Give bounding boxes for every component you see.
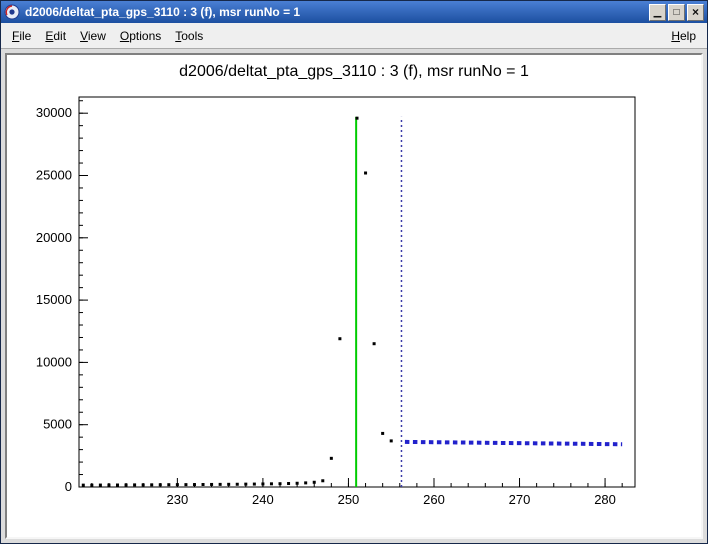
data-point xyxy=(116,484,119,487)
data-point xyxy=(296,482,299,485)
data-point xyxy=(304,481,307,484)
data-point xyxy=(99,484,102,487)
canvas-area: d2006/deltat_pta_gps_3110 : 3 (f), msr r… xyxy=(1,49,707,543)
data-point xyxy=(227,483,230,486)
menu-tools-label: ools xyxy=(181,29,203,43)
data-point xyxy=(236,483,239,486)
y-tick-label: 15000 xyxy=(36,292,72,307)
data-point xyxy=(270,482,273,485)
chart-svg[interactable]: 230 240 250 260 270 280 0 5000 10000 15000 20000 25… xyxy=(7,55,701,537)
menu-tools[interactable]: Tools xyxy=(168,25,210,47)
x-tick-label: 280 xyxy=(594,492,616,507)
x-tick-label: 250 xyxy=(338,492,360,507)
menu-help-accel: H xyxy=(671,29,680,43)
y-tick-label: 25000 xyxy=(36,167,72,182)
minimize-button[interactable]: ▁ xyxy=(649,4,666,21)
window-title: d2006/deltat_pta_gps_3110 : 3 (f), msr r… xyxy=(25,5,644,19)
plot-canvas[interactable]: d2006/deltat_pta_gps_3110 : 3 (f), msr r… xyxy=(5,53,703,539)
data-point xyxy=(364,172,367,175)
menu-view-accel: V xyxy=(80,29,88,43)
close-button[interactable]: × xyxy=(687,4,704,21)
data-point xyxy=(244,483,247,486)
x-tick-label: 260 xyxy=(423,492,445,507)
menu-file-label: ile xyxy=(19,29,31,43)
data-point xyxy=(82,484,85,487)
app-icon xyxy=(4,4,20,20)
data-point xyxy=(125,483,128,486)
window-controls: ▁ □ × xyxy=(649,4,704,21)
data-point xyxy=(253,483,256,486)
title-bar[interactable]: d2006/deltat_pta_gps_3110 : 3 (f), msr r… xyxy=(1,1,707,23)
menu-options-accel: O xyxy=(120,29,129,43)
menu-options[interactable]: Options xyxy=(113,25,168,47)
data-point xyxy=(313,481,316,484)
menu-help[interactable]: Help xyxy=(664,25,703,47)
plateau-series xyxy=(405,442,622,444)
data-point xyxy=(321,479,324,482)
menu-view[interactable]: View xyxy=(73,25,113,47)
data-point xyxy=(338,337,341,340)
data-point xyxy=(167,483,170,486)
y-tick-label: 10000 xyxy=(36,354,72,369)
menu-file[interactable]: File xyxy=(5,25,38,47)
data-point xyxy=(184,483,187,486)
data-point xyxy=(159,483,162,486)
data-point xyxy=(210,483,213,486)
menu-options-label: ptions xyxy=(129,29,161,43)
x-tick-label: 230 xyxy=(167,492,189,507)
data-point xyxy=(390,439,393,442)
x-tick-label: 270 xyxy=(509,492,531,507)
data-point xyxy=(381,432,384,435)
data-point xyxy=(150,483,153,486)
y-tick-label: 30000 xyxy=(36,105,72,120)
data-point xyxy=(202,483,205,486)
maximize-button[interactable]: □ xyxy=(668,4,685,21)
data-point xyxy=(219,483,222,486)
menu-edit[interactable]: Edit xyxy=(38,25,73,47)
app-window: d2006/deltat_pta_gps_3110 : 3 (f), msr r… xyxy=(0,0,708,544)
menu-bar: File Edit View Options Tools Help xyxy=(1,23,707,49)
y-tick-label: 20000 xyxy=(36,230,72,245)
data-point xyxy=(356,117,359,120)
data-point xyxy=(279,482,282,485)
data-point xyxy=(373,342,376,345)
y-tick-label: 0 xyxy=(65,479,72,494)
data-point xyxy=(330,457,333,460)
data-point xyxy=(90,484,93,487)
y-tick-label: 5000 xyxy=(43,417,72,432)
menu-view-label: iew xyxy=(88,29,106,43)
data-point xyxy=(193,483,196,486)
data-point xyxy=(176,483,179,486)
data-point xyxy=(142,483,145,486)
data-point xyxy=(107,484,110,487)
menu-edit-label: dit xyxy=(53,29,66,43)
data-point xyxy=(287,482,290,485)
data-point xyxy=(261,482,264,485)
x-tick-label: 240 xyxy=(252,492,274,507)
data-point xyxy=(133,483,136,486)
menu-help-label: elp xyxy=(680,29,696,43)
